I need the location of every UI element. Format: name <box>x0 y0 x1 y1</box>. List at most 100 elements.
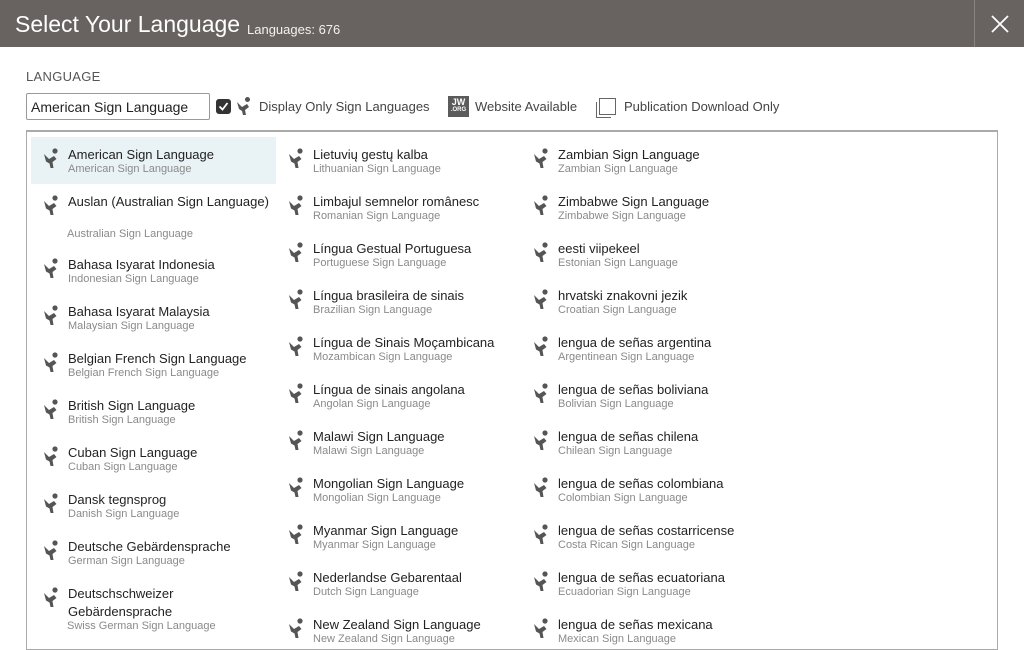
language-name: Língua brasileira de sinais <box>313 288 465 303</box>
language-english-name: British Sign Language <box>68 414 176 426</box>
language-field-label: LANGUAGE <box>26 69 101 84</box>
language-name: lengua de señas colombiana <box>558 476 724 491</box>
sign-language-icon <box>289 242 303 262</box>
language-item[interactable]: Deutschschweizer Gebärdensprache Swiss Ge… <box>31 576 276 639</box>
sign-language-icon <box>44 399 58 419</box>
sign-language-icon <box>237 97 250 115</box>
sign-language-icon <box>44 540 58 560</box>
sign-language-icon <box>289 618 303 638</box>
language-item[interactable]: Língua de Sinais Moçambicana Mozambican S… <box>276 325 521 372</box>
language-english-name: Chilean Sign Language <box>558 445 673 457</box>
language-item[interactable]: Língua de sinais angolana Angolan Sign La… <box>276 372 521 419</box>
language-item[interactable]: New Zealand Sign Language New Zealand Sig… <box>276 607 521 649</box>
language-english-name: Cuban Sign Language <box>68 461 178 473</box>
language-item[interactable]: Nederlandse Gebarentaal Dutch Sign Langua… <box>276 560 521 607</box>
language-english-name: Bolivian Sign Language <box>558 398 674 410</box>
language-name: lengua de señas argentina <box>558 335 712 350</box>
sign-only-checkbox[interactable] <box>216 98 231 114</box>
language-item[interactable]: Cuban Sign Language Cuban Sign Language <box>31 435 276 482</box>
language-item[interactable]: Bahasa Isyarat Malaysia Malaysian Sign La… <box>31 294 276 341</box>
language-item[interactable]: Belgian French Sign Language Belgian Fren… <box>31 341 276 388</box>
language-name: Deutsche Gebärdensprache <box>68 539 231 554</box>
language-english-name: American Sign Language <box>68 163 192 175</box>
language-name: lengua de señas mexicana <box>558 617 713 632</box>
language-english-name: Malawi Sign Language <box>313 445 425 457</box>
sign-language-icon <box>289 477 303 497</box>
sign-language-icon <box>44 352 58 372</box>
language-item[interactable]: Deutsche Gebärdensprache German Sign Lang… <box>31 529 276 576</box>
language-item[interactable]: hrvatski znakovni jezik Croatian Sign Lan… <box>521 278 766 325</box>
language-item[interactable]: Mongolian Sign Language Mongolian Sign La… <box>276 466 521 513</box>
language-item[interactable]: lengua de señas costarricense Costa Rican… <box>521 513 766 560</box>
language-item[interactable]: Malawi Sign Language Malawi Sign Language <box>276 419 521 466</box>
language-name: Língua Gestual Portuguesa <box>313 241 472 256</box>
language-item[interactable]: Língua brasileira de sinais Brazilian Sig… <box>276 278 521 325</box>
close-button[interactable] <box>974 0 1024 47</box>
language-item[interactable]: lengua de señas colombiana Colombian Sign… <box>521 466 766 513</box>
language-english-name: Lithuanian Sign Language <box>313 163 441 175</box>
language-item[interactable]: lengua de señas boliviana Bolivian Sign L… <box>521 372 766 419</box>
sign-language-icon <box>44 305 58 325</box>
publication-download-checkbox[interactable] <box>596 97 616 118</box>
sign-language-icon <box>44 258 58 278</box>
language-name: Auslan (Australian Sign Language) <box>68 194 269 209</box>
language-english-name: Argentinean Sign Language <box>558 351 695 363</box>
language-item[interactable]: British Sign Language British Sign Langua… <box>31 388 276 435</box>
language-english-name: Ecuadorian Sign Language <box>558 586 691 598</box>
language-name: Mongolian Sign Language <box>313 476 465 491</box>
sign-language-icon <box>534 430 548 450</box>
language-item[interactable]: lengua de señas ecuatoriana Ecuadorian Si… <box>521 560 766 607</box>
sign-only-filter[interactable]: Display Only Sign Languages <box>216 95 430 117</box>
language-count: Languages: 676 <box>247 22 341 37</box>
language-item[interactable]: Bahasa Isyarat Indonesia Indonesian Sign … <box>31 247 276 294</box>
language-english-name: Dutch Sign Language <box>313 586 419 598</box>
sign-language-icon <box>289 430 303 450</box>
language-name: lengua de señas costarricense <box>558 523 735 538</box>
language-item[interactable]: Auslan (Australian Sign Language) Austral… <box>31 184 276 247</box>
language-item[interactable]: lengua de señas argentina Argentinean Sig… <box>521 325 766 372</box>
language-item[interactable]: American Sign Language American Sign Lang… <box>31 137 276 184</box>
language-english-name: Portuguese Sign Language <box>313 257 447 269</box>
close-icon <box>990 14 1009 33</box>
language-english-name: Colombian Sign Language <box>558 492 688 504</box>
language-english-name: Indonesian Sign Language <box>68 273 199 285</box>
language-name: Nederlandse Gebarentaal <box>313 570 462 585</box>
sign-language-icon <box>44 493 58 513</box>
language-name: Cuban Sign Language <box>68 445 198 460</box>
language-item[interactable]: Dansk tegnsprog Danish Sign Language <box>31 482 276 529</box>
sign-only-label: Display Only Sign Languages <box>259 98 430 114</box>
sign-language-icon <box>534 148 548 168</box>
language-name: lengua de señas ecuatoriana <box>558 570 725 585</box>
language-name: New Zealand Sign Language <box>313 617 481 632</box>
language-name: hrvatski znakovni jezik <box>558 288 688 303</box>
sign-language-icon <box>289 571 303 591</box>
language-item[interactable]: Lietuvių gestų kalba Lithuanian Sign Lang… <box>276 137 521 184</box>
language-item[interactable]: lengua de señas chilena Chilean Sign Lang… <box>521 419 766 466</box>
sign-language-icon <box>534 524 548 544</box>
sign-language-icon <box>44 148 58 168</box>
language-english-name: Estonian Sign Language <box>558 257 678 269</box>
language-item[interactable]: eesti viipekeel Estonian Sign Language <box>521 231 766 278</box>
website-available-filter[interactable]: JW .ORG Website Available <box>448 95 577 117</box>
language-item[interactable]: Limbajul semnelor românesc Romanian Sign … <box>276 184 521 231</box>
sign-language-icon <box>289 524 303 544</box>
sign-language-icon <box>534 618 548 638</box>
language-english-name: Australian Sign Language <box>67 228 193 240</box>
language-list[interactable]: American Sign Language American Sign Lang… <box>26 130 998 650</box>
publication-download-filter[interactable]: Publication Download Only <box>596 95 779 118</box>
language-english-name: Belgian French Sign Language <box>68 367 220 379</box>
language-item[interactable]: Zambian Sign Language Zambian Sign Langua… <box>521 137 766 184</box>
language-search-input[interactable] <box>26 93 210 120</box>
language-name: Língua de Sinais Moçambicana <box>313 335 495 350</box>
language-item[interactable]: lengua de señas mexicana Mexican Sign Lan… <box>521 607 766 649</box>
language-item[interactable]: Zimbabwe Sign Language Zimbabwe Sign Lang… <box>521 184 766 231</box>
sign-language-icon <box>44 587 58 607</box>
language-item[interactable]: Língua Gestual Portuguesa Portuguese Sign… <box>276 231 521 278</box>
language-english-name: New Zealand Sign Language <box>313 633 455 645</box>
language-english-name: Danish Sign Language <box>68 508 180 520</box>
language-name: Belgian French Sign Language <box>68 351 247 366</box>
language-english-name: German Sign Language <box>68 555 185 567</box>
language-english-name: Zambian Sign Language <box>558 163 678 175</box>
language-english-name: Croatian Sign Language <box>558 304 677 316</box>
language-item[interactable]: Myanmar Sign Language Myanmar Sign Langua… <box>276 513 521 560</box>
